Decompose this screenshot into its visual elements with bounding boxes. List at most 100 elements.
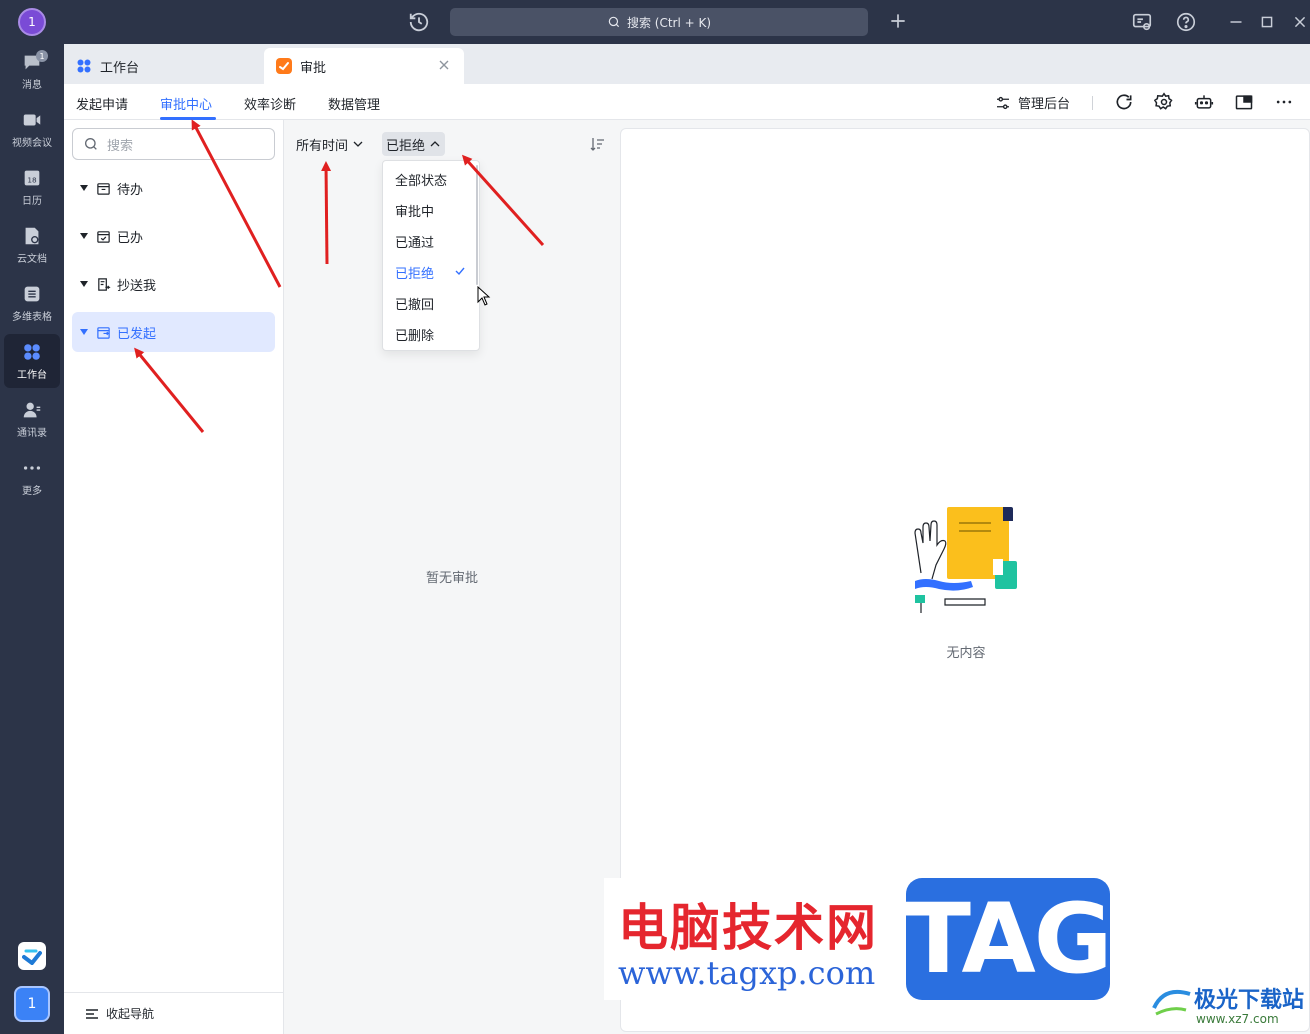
- sidebar-item-cc-me[interactable]: 抄送我: [72, 264, 275, 304]
- refresh-icon[interactable]: [1114, 92, 1134, 112]
- nav-item-docs[interactable]: 云文档: [4, 218, 60, 272]
- expand-caret-icon[interactable]: [80, 281, 88, 287]
- watermark-site-url: www.xz7.com: [1196, 1012, 1279, 1026]
- sub-navigation: 发起申请 审批中心 效率诊断 数据管理 管理后台: [64, 84, 1310, 120]
- calendar-icon: 18: [24, 170, 40, 186]
- tab-label: 工作台: [100, 60, 140, 76]
- nav-item-bitable[interactable]: 多维表格: [4, 276, 60, 330]
- nav-item-messages[interactable]: 消息 1: [4, 44, 60, 98]
- nav-item-calendar[interactable]: 18 日历: [4, 160, 60, 214]
- initiated-icon: [97, 326, 110, 339]
- left-navigation: 消息 1 视频会议 18 日历 云文档 多维表格 工作台 通讯录 更多 1: [0, 44, 64, 1034]
- nav-label: 多维表格: [12, 312, 52, 323]
- minimize-icon[interactable]: [1225, 11, 1247, 33]
- watermark-title: 电脑技术网: [618, 899, 878, 957]
- time-filter-label: 所有时间: [296, 138, 349, 154]
- nav-label: 视频会议: [12, 138, 52, 149]
- expand-caret-icon[interactable]: [80, 185, 88, 191]
- app-shortcut[interactable]: [18, 942, 46, 970]
- dropdown-scrollbar[interactable]: [476, 165, 478, 285]
- sidebar-item-label: 抄送我: [117, 278, 157, 294]
- admin-console-button[interactable]: 管理后台: [994, 93, 1070, 112]
- expand-caret-icon[interactable]: [80, 329, 88, 335]
- sort-icon[interactable]: [590, 136, 606, 152]
- sidebar-item-label: 已办: [117, 230, 144, 246]
- search-icon: [608, 16, 620, 28]
- divider: [1092, 96, 1093, 110]
- empty-list-text: 暂无审批: [425, 571, 478, 586]
- subtab-start-request[interactable]: 发起申请: [76, 94, 128, 113]
- tab-workbench[interactable]: 工作台: [64, 48, 260, 84]
- history-icon[interactable]: [408, 11, 430, 33]
- tab-approval[interactable]: 审批: [264, 48, 464, 84]
- sidebar-item-initiated[interactable]: 已发起: [72, 312, 275, 352]
- close-window-icon[interactable]: [1289, 11, 1310, 33]
- nav-label: 通讯录: [17, 428, 47, 439]
- approval-icon: [276, 58, 292, 74]
- inbox-icon: [97, 182, 110, 195]
- subtab-data-management[interactable]: 数据管理: [328, 94, 380, 113]
- aurora-logo-icon: [1152, 989, 1191, 1016]
- close-icon[interactable]: [438, 59, 450, 71]
- global-search-bar[interactable]: 搜索 (Ctrl + K): [450, 8, 868, 36]
- status-option-all[interactable]: 全部状态: [395, 164, 475, 195]
- global-search-placeholder: 搜索 (Ctrl + K): [626, 15, 712, 30]
- subtab-approval-center[interactable]: 审批中心: [160, 94, 212, 113]
- status-filter-dropdown[interactable]: 已拒绝: [382, 132, 446, 156]
- chevron-down-icon: [353, 141, 363, 147]
- collapse-menu-icon: [86, 1008, 98, 1019]
- settings-gear-icon[interactable]: [1154, 92, 1174, 112]
- new-window-icon[interactable]: [1234, 92, 1254, 112]
- watermark-tag-logo: TAG: [905, 878, 1113, 1000]
- profile-avatar[interactable]: 1: [18, 8, 46, 36]
- nav-item-contacts[interactable]: 通讯录: [4, 392, 60, 446]
- more-icon: [23, 466, 41, 470]
- maximize-icon[interactable]: [1256, 11, 1278, 33]
- help-icon[interactable]: [1175, 11, 1197, 33]
- subtab-efficiency[interactable]: 效率诊断: [244, 94, 296, 113]
- nav-label: 日历: [22, 196, 42, 207]
- sidebar-item-label: 已发起: [117, 326, 157, 342]
- time-filter-dropdown[interactable]: 所有时间: [292, 132, 368, 156]
- nav-item-more[interactable]: 更多: [4, 450, 60, 504]
- nav-label: 更多: [22, 486, 42, 497]
- screen-share-icon[interactable]: [1131, 11, 1153, 33]
- expand-caret-icon[interactable]: [80, 233, 88, 239]
- mouse-cursor-icon: [477, 286, 491, 306]
- collapse-nav-button[interactable]: 收起导航: [64, 992, 283, 1034]
- done-box-icon: [97, 230, 110, 243]
- cloud-doc-icon: [25, 227, 39, 245]
- nav-item-workbench[interactable]: 工作台: [4, 334, 60, 388]
- approval-sidebar: 搜索 待办 已办 抄送我 已发起 收起导航: [64, 120, 284, 1034]
- workbench-icon: [77, 59, 91, 73]
- sidebar-item-label: 待办: [117, 182, 144, 198]
- sliders-icon: [997, 96, 1009, 109]
- admin-label: 管理后台: [1018, 97, 1071, 112]
- status-option-pending[interactable]: 审批中: [395, 195, 475, 226]
- bot-icon[interactable]: [1194, 92, 1214, 112]
- watermark-url: www.tagxp.com: [618, 954, 876, 992]
- sidebar-search-input[interactable]: 搜索: [72, 128, 275, 160]
- workbench-icon: [24, 344, 40, 360]
- app-logo-icon: [22, 949, 42, 965]
- checkmark-icon: [455, 267, 465, 276]
- status-dropdown-menu: 全部状态 审批中 已通过 已拒绝 已撤回 已删除: [382, 160, 480, 351]
- svg-text:18: 18: [27, 176, 37, 185]
- video-icon: [23, 114, 41, 126]
- status-option-approved[interactable]: 已通过: [395, 226, 475, 257]
- new-tab-plus-icon[interactable]: [888, 11, 908, 31]
- collapse-nav-label: 收起导航: [106, 1007, 155, 1021]
- chevron-up-icon: [430, 141, 440, 147]
- tab-bar: 工作台 审批: [64, 44, 1310, 84]
- status-option-withdrawn[interactable]: 已撤回: [395, 288, 475, 319]
- sidebar-item-todo[interactable]: 待办: [72, 168, 275, 208]
- nav-item-video[interactable]: 视频会议: [4, 102, 60, 156]
- more-options-icon[interactable]: [1274, 92, 1294, 112]
- watermark-site-logo: 极光下载站: [1194, 988, 1305, 1013]
- nav-label: 消息: [22, 80, 42, 91]
- status-option-deleted[interactable]: 已删除: [395, 319, 475, 350]
- contacts-icon: [23, 402, 41, 418]
- user-avatar[interactable]: 1: [14, 986, 50, 1022]
- sidebar-item-done[interactable]: 已办: [72, 216, 275, 256]
- search-icon: [85, 138, 97, 150]
